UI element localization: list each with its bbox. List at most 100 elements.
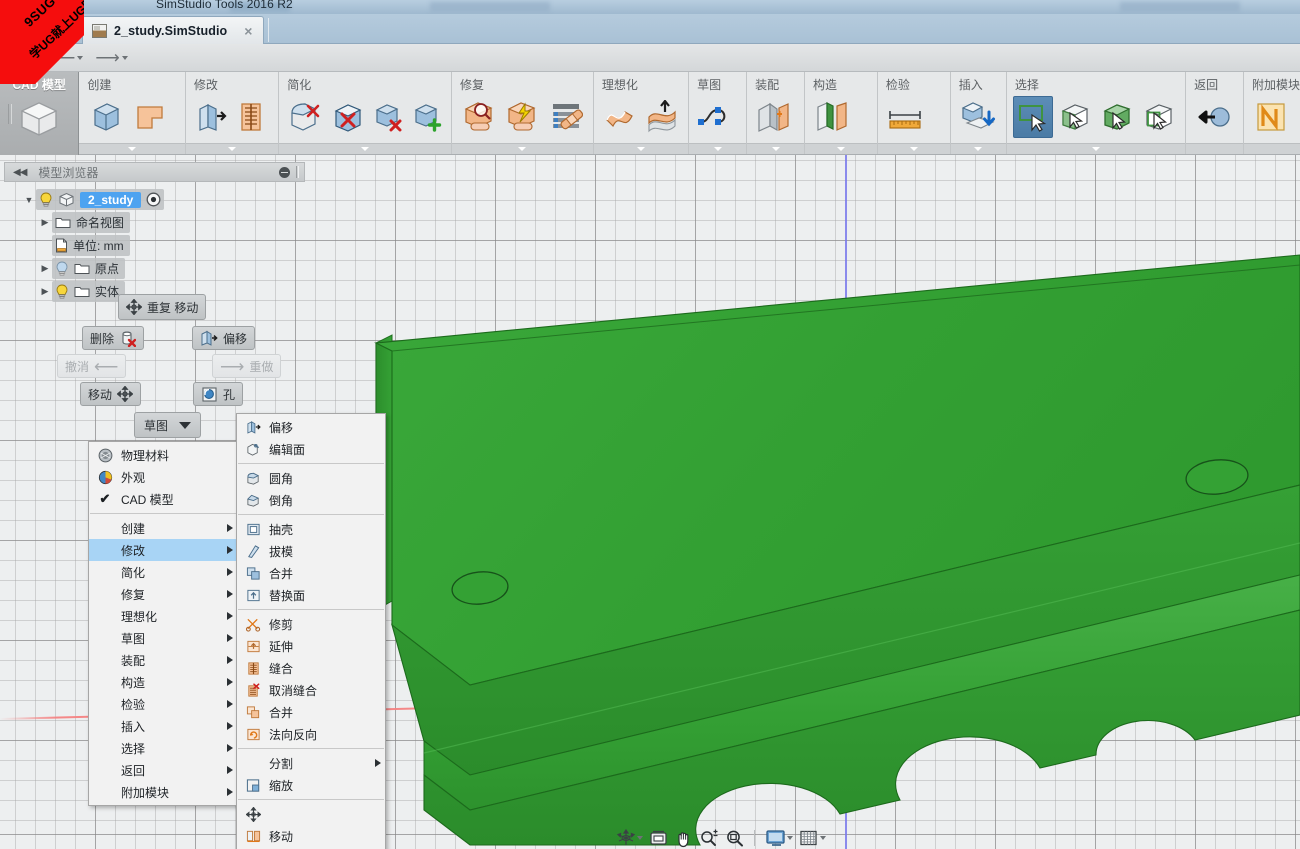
group-expand-inspect[interactable] <box>877 143 950 154</box>
panel-grip[interactable] <box>296 166 299 178</box>
submenu-item-shell[interactable]: 抽壳 <box>237 518 385 540</box>
submenu-item-offset[interactable]: 偏移 <box>237 416 385 438</box>
submenu-item-fillet[interactable]: 圆角 <box>237 467 385 489</box>
remove-solid-button[interactable] <box>370 96 407 138</box>
group-expand-simplify[interactable] <box>279 143 451 154</box>
redo-button-float[interactable]: ⟶ 重做 <box>212 354 282 378</box>
minimize-icon[interactable] <box>279 166 290 178</box>
assembly-button[interactable] <box>753 96 795 138</box>
menu-item-physical-material[interactable]: 物理材料 <box>89 444 237 466</box>
menu-item-insert[interactable]: 插入 <box>89 715 237 737</box>
hole-button[interactable]: 孔 <box>193 382 244 406</box>
submenu-item-split[interactable]: 分割 <box>237 752 385 774</box>
pan-button[interactable] <box>672 828 695 849</box>
tree-item-named-views[interactable]: ▶ 命名视图 <box>0 211 310 234</box>
expand-icon[interactable]: ▶ <box>38 263 52 274</box>
addin-button[interactable] <box>1250 96 1292 138</box>
redo-button[interactable]: ⟶ <box>92 46 130 70</box>
submenu-item-chamfer[interactable]: 倒角 <box>237 489 385 511</box>
submenu-item-draft[interactable]: 拔模 <box>237 540 385 562</box>
zoom-window-button[interactable] <box>723 828 746 848</box>
chevron-down-icon[interactable] <box>121 55 128 60</box>
tab-2-study[interactable]: 2_study.SimStudio × <box>82 16 264 44</box>
submenu-item-unstitch[interactable]: 取消缝合 <box>237 679 385 701</box>
zoom-in-out-button[interactable] <box>697 828 721 848</box>
group-expand-select[interactable] <box>1006 143 1186 154</box>
offset-face-button[interactable] <box>192 96 230 138</box>
add-solid-button[interactable] <box>408 96 445 138</box>
group-expand-insert[interactable] <box>950 143 1006 154</box>
menu-item-select[interactable]: 选择 <box>89 737 237 759</box>
chevron-down-icon[interactable] <box>787 836 793 840</box>
select-face-button[interactable] <box>1055 96 1095 138</box>
submenu-item-edit-face[interactable]: 编辑面 <box>237 438 385 460</box>
menu-item-create[interactable]: 创建 <box>89 517 237 539</box>
submenu-item-scale[interactable]: 缩放 <box>237 774 385 796</box>
midsurface-button[interactable] <box>600 96 640 138</box>
bulb-icon[interactable] <box>55 284 69 299</box>
grid-toggle-button[interactable] <box>797 828 828 848</box>
menu-item-modify[interactable]: 修改 <box>89 539 237 561</box>
submenu-item-move[interactable] <box>237 803 385 825</box>
orbit-button[interactable] <box>614 828 645 848</box>
measure-button[interactable] <box>884 96 926 138</box>
group-expand-construction[interactable] <box>805 143 877 154</box>
menu-item-inspect[interactable]: 检验 <box>89 693 237 715</box>
tree-item-units[interactable]: 单位: mm <box>0 234 310 257</box>
collapse-left-icon[interactable]: ◀◀ <box>13 167 27 178</box>
undo-button[interactable]: ⟵ <box>48 46 86 70</box>
fit-view-button[interactable] <box>647 828 670 848</box>
display-style-button[interactable] <box>763 828 795 848</box>
menu-item-repair[interactable]: 修复 <box>89 583 237 605</box>
return-button[interactable] <box>1192 96 1234 138</box>
visibility-toggle-icon[interactable] <box>146 192 161 207</box>
menu-item-appearance[interactable]: 外观 <box>89 466 237 488</box>
submenu-item-align[interactable]: 移动 <box>237 825 385 847</box>
import-button[interactable] <box>957 96 999 138</box>
extract-surface-button[interactable] <box>642 96 682 138</box>
expand-icon[interactable]: ▶ <box>38 286 52 297</box>
submenu-item-trim[interactable]: 修剪 <box>237 613 385 635</box>
undo-button-float[interactable]: 撤消 ⟵ <box>57 354 127 378</box>
group-expand-assembly[interactable] <box>747 143 805 154</box>
tree-item-2-study[interactable]: ▼ 2_study <box>0 188 310 211</box>
auto-repair-button[interactable] <box>502 96 544 138</box>
menu-item-sketch[interactable]: 草图 <box>89 627 237 649</box>
submenu-item-combine[interactable]: 合并 <box>237 701 385 723</box>
bulb-icon[interactable] <box>55 261 69 276</box>
remove-round-button[interactable] <box>285 96 325 138</box>
chevron-down-icon[interactable] <box>637 836 643 840</box>
delete-face-button[interactable] <box>328 96 368 138</box>
menu-item-addins[interactable]: 附加模块 <box>89 781 237 803</box>
box-select-button[interactable] <box>1012 95 1053 138</box>
menu-item-construction[interactable]: 构造 <box>89 671 237 693</box>
move-button[interactable]: 移动 <box>80 382 142 406</box>
menu-item-assembly[interactable]: 装配 <box>89 649 237 671</box>
group-expand-modify[interactable] <box>185 143 279 154</box>
offset-button[interactable]: 偏移 <box>192 326 256 350</box>
cad-model-app-group[interactable]: CAD 模型 <box>0 72 80 155</box>
menu-item-simplify[interactable]: 简化 <box>89 561 237 583</box>
inspect-geometry-button[interactable] <box>458 96 500 138</box>
sketch-spline-button[interactable] <box>695 96 737 138</box>
menu-item-idealize[interactable]: 理想化 <box>89 605 237 627</box>
submenu-item-reverse-normal[interactable]: 法向反向 <box>237 723 385 745</box>
group-expand-return[interactable] <box>1186 143 1243 154</box>
stitch-button[interactable] <box>232 96 270 138</box>
group-expand-addins[interactable] <box>1244 143 1300 154</box>
group-expand-sketch[interactable] <box>689 143 747 154</box>
expand-icon[interactable]: ▶ <box>38 217 52 228</box>
tree-item-origin[interactable]: ▶ 原点 <box>0 257 310 280</box>
group-expand-create[interactable] <box>79 143 185 154</box>
menu-item-cad-model[interactable]: ✔ CAD 模型 <box>89 488 237 510</box>
repair-list-button[interactable] <box>545 96 587 138</box>
create-sketch-region-button[interactable] <box>129 96 171 138</box>
expand-icon[interactable]: ▼ <box>22 195 36 205</box>
submenu-item-extend[interactable]: 延伸 <box>237 635 385 657</box>
select-body-button[interactable] <box>1097 96 1137 138</box>
group-expand-idealize[interactable] <box>593 143 689 154</box>
sketch-dropdown[interactable]: 草图 <box>134 412 202 438</box>
submenu-item-replace-face[interactable]: 替换面 <box>237 584 385 606</box>
submenu-item-merge-faces[interactable]: 合并 <box>237 562 385 584</box>
bulb-icon[interactable] <box>39 192 53 207</box>
